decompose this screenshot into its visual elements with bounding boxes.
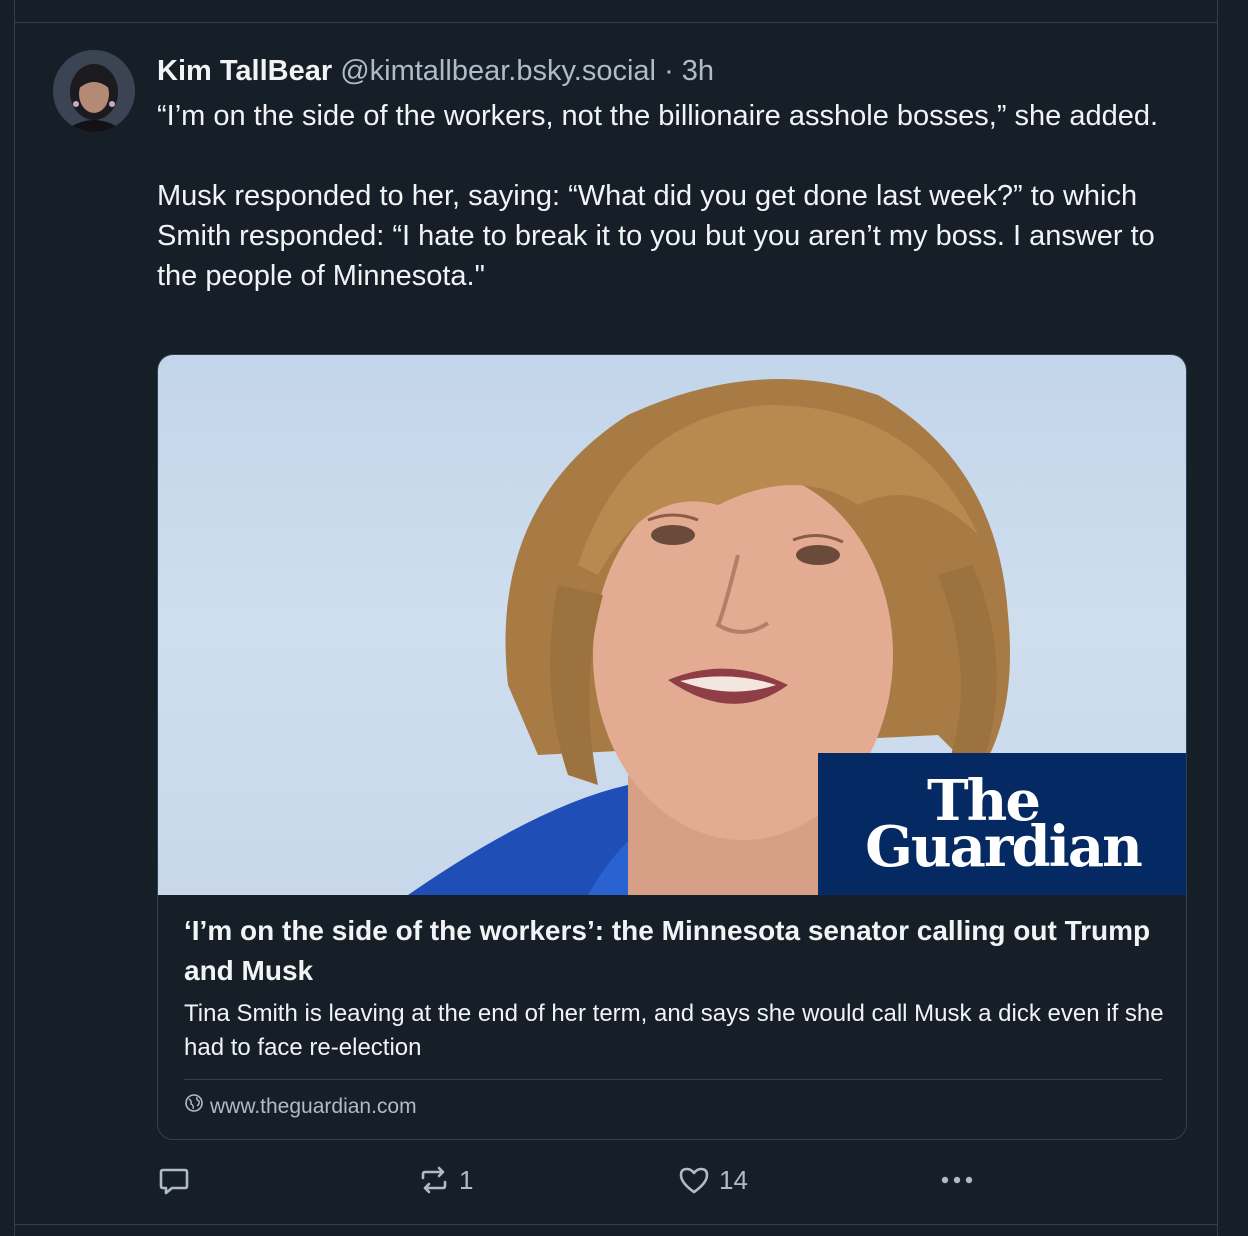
article-thumbnail: The Guardian xyxy=(158,355,1186,895)
post-paragraph: “I’m on the side of the workers, not the… xyxy=(157,100,1159,132)
post-timestamp[interactable]: 3h xyxy=(682,55,714,87)
reply-button[interactable] xyxy=(157,1160,191,1200)
post-header: Kim TallBear @kimtallbear.bsky.social · … xyxy=(157,52,714,90)
author-name[interactable]: Kim TallBear xyxy=(157,55,332,87)
post-actions: 1 14 xyxy=(157,1160,1187,1200)
post-text: “I’m on the side of the workers, not the… xyxy=(157,96,1197,296)
more-icon xyxy=(937,1163,977,1197)
post-divider-top xyxy=(14,22,1218,23)
link-preview-card[interactable]: The Guardian ‘I’m on the side of the wor… xyxy=(157,354,1187,1140)
author-handle[interactable]: @kimtallbear.bsky.social xyxy=(340,55,656,87)
post-paragraph: Musk responded to her, saying: “What did… xyxy=(157,180,1155,292)
author-avatar[interactable] xyxy=(53,50,135,132)
repost-button[interactable]: 1 xyxy=(417,1160,473,1200)
avatar-portrait xyxy=(53,50,135,132)
article-title[interactable]: ‘I’m on the side of the workers’: the Mi… xyxy=(184,911,1164,991)
like-count: 14 xyxy=(719,1164,748,1195)
article-domain: www.theguardian.com xyxy=(210,1095,417,1118)
article-domain-row: www.theguardian.com xyxy=(184,1093,417,1121)
globe-icon xyxy=(184,1093,204,1121)
more-options-button[interactable] xyxy=(937,1160,977,1200)
guardian-logo: The Guardian xyxy=(818,753,1186,895)
guardian-logo-line-2: Guardian xyxy=(865,814,1143,880)
separator-dot: · xyxy=(664,55,674,87)
like-button[interactable]: 14 xyxy=(677,1160,748,1200)
card-divider xyxy=(184,1079,1162,1080)
reply-icon xyxy=(157,1163,191,1197)
heart-icon xyxy=(677,1163,711,1197)
post-divider-bottom xyxy=(14,1224,1218,1225)
article-description: Tina Smith is leaving at the end of her … xyxy=(184,1000,1164,1061)
repost-icon xyxy=(417,1163,451,1197)
repost-count: 1 xyxy=(459,1164,474,1195)
